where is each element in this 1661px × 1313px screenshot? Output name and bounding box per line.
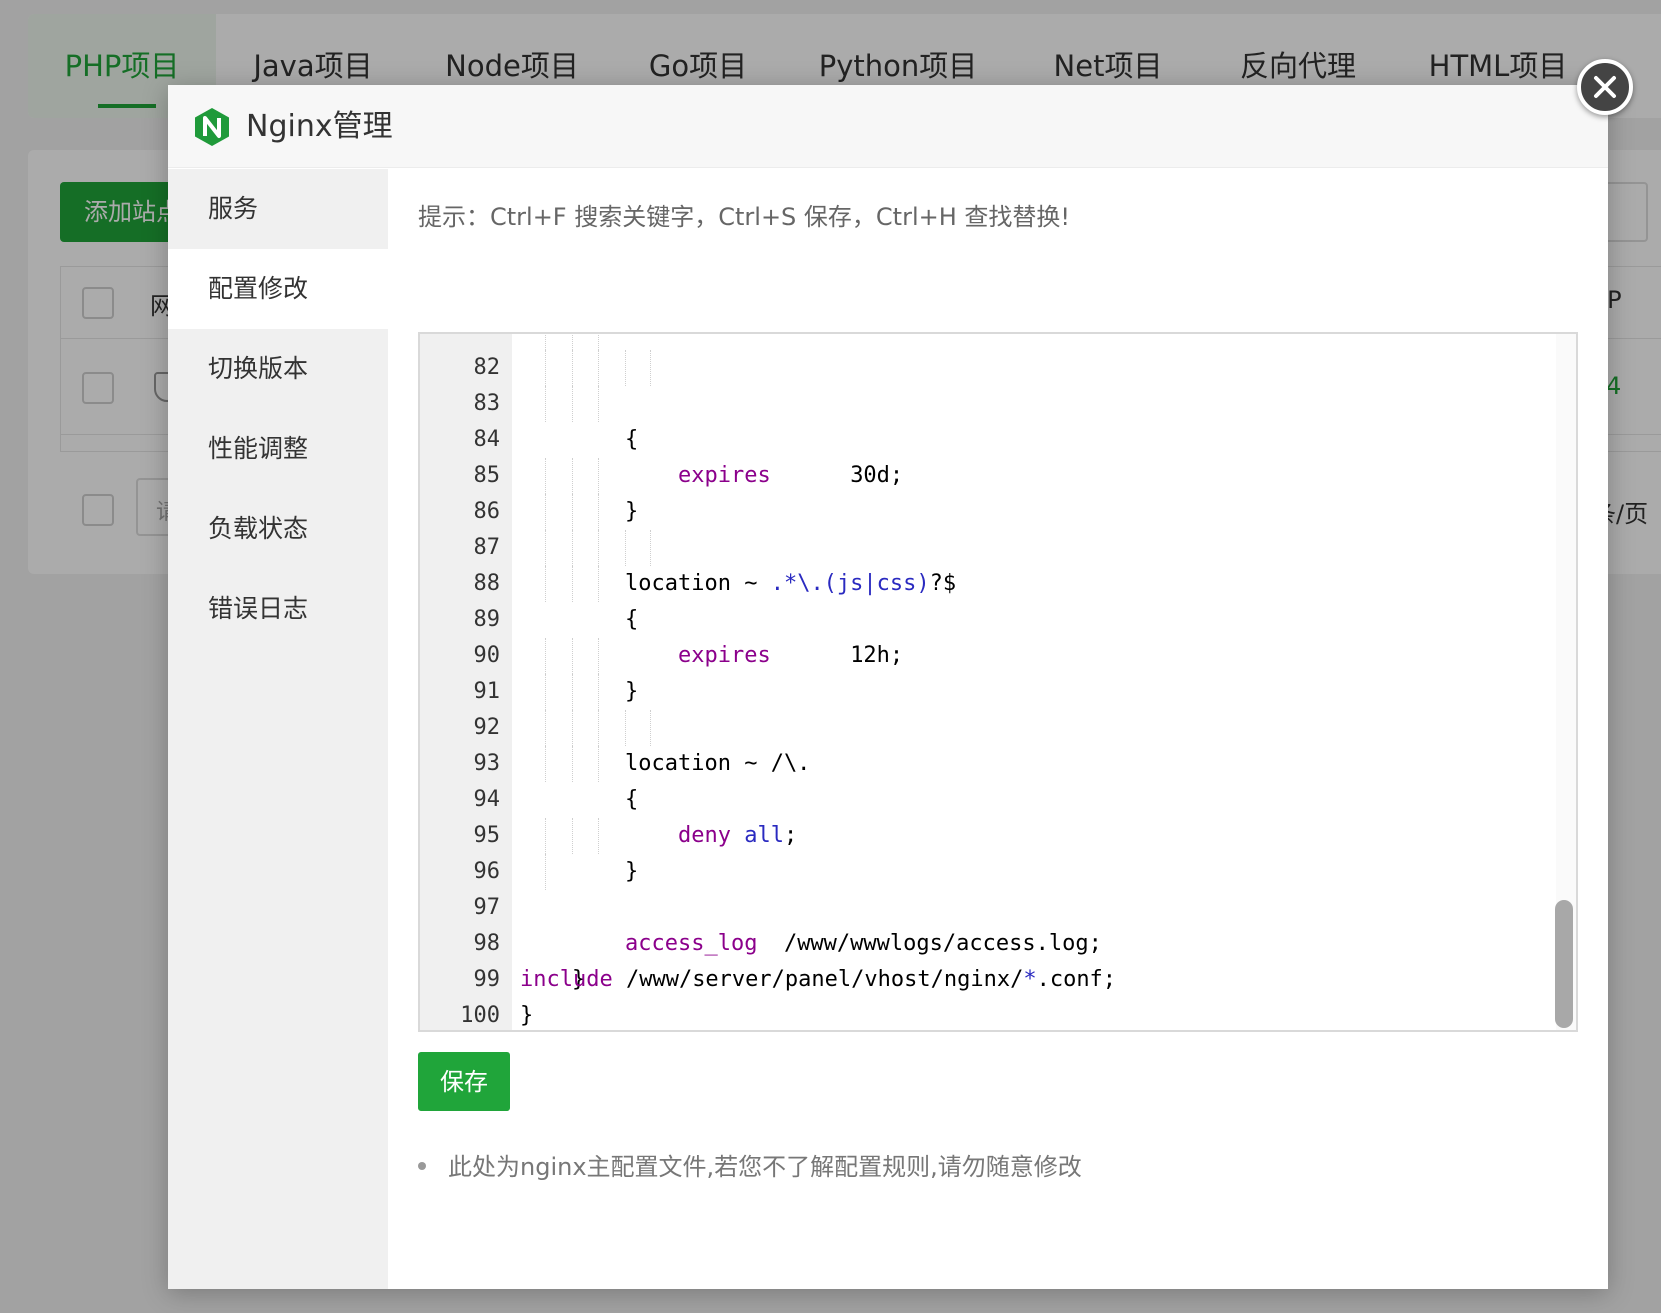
sidebar-item-performance[interactable]: 性能调整 xyxy=(168,409,388,489)
save-button[interactable]: 保存 xyxy=(418,1052,510,1111)
code-line: 91 location ~ /\. xyxy=(420,638,1576,776)
code-line: 101 xyxy=(420,998,1576,1030)
code-line: 84 } xyxy=(420,386,1576,524)
dialog-header: Nginx管理 xyxy=(168,85,1608,168)
code-line: 97 } xyxy=(420,854,1576,992)
config-warning-text: 此处为nginx主配置文件,若您不了解配置规则,请勿随意修改 xyxy=(448,1153,1082,1181)
nginx-manager-dialog: Nginx管理 服务 配置修改 切换版本 性能调整 负载状态 错误日志 提示：C… xyxy=(168,85,1608,1289)
close-icon xyxy=(1594,76,1616,98)
nginx-logo-icon xyxy=(195,108,229,146)
code-line: 98 include /www/server/panel/vhost/nginx… xyxy=(420,890,1576,992)
sidebar-item-switch-version[interactable]: 切换版本 xyxy=(168,329,388,409)
code-line: 93 deny all; xyxy=(420,710,1576,848)
sidebar-item-load-status[interactable]: 负载状态 xyxy=(168,489,388,569)
code-line: 95 xyxy=(420,782,1576,848)
code-line: 90 xyxy=(420,602,1576,668)
code-line: 100 xyxy=(420,962,1576,1028)
code-line: 88 expires 12h; xyxy=(420,530,1576,668)
code-line: 89 } xyxy=(420,566,1576,704)
config-code-editor[interactable]: 82 { 83 expires 30d; 84 } 85 86 location… xyxy=(418,332,1578,1032)
code-line: 83 expires 30d; xyxy=(420,350,1576,488)
code-line: 99 } xyxy=(420,926,1576,1028)
sidebar-item-error-log[interactable]: 错误日志 xyxy=(168,569,388,649)
code-line: 87 { xyxy=(420,494,1576,632)
dialog-title: Nginx管理 xyxy=(246,109,393,144)
code-line: 92 { xyxy=(420,674,1576,812)
editor-scrollbar-thumb[interactable] xyxy=(1555,900,1573,1028)
shortcut-hint: 提示：Ctrl+F 搜索关键字，Ctrl+S 保存，Ctrl+H 查找替换! xyxy=(418,203,1071,231)
config-warning-note: 此处为nginx主配置文件,若您不了解配置规则,请勿随意修改 xyxy=(418,1149,1082,1185)
sidebar-item-service[interactable]: 服务 xyxy=(168,169,388,249)
code-line: 94 } xyxy=(420,746,1576,884)
code-lines: 82 { 83 expires 30d; 84 } 85 86 location… xyxy=(420,334,1576,1030)
bullet-icon xyxy=(418,1162,426,1170)
code-line: 86 location ~ .*\.(js|css)?$ xyxy=(420,458,1576,596)
code-line: 96 access_log /www/wwwlogs/access.log; xyxy=(420,818,1576,956)
code-line: 82 { xyxy=(420,334,1576,452)
close-dialog-button[interactable] xyxy=(1577,59,1633,115)
code-line: 85 xyxy=(420,422,1576,488)
config-edit-panel: 提示：Ctrl+F 搜索关键字，Ctrl+S 保存，Ctrl+H 查找替换! 8… xyxy=(388,169,1608,1289)
sidebar-item-config-edit[interactable]: 配置修改 xyxy=(168,249,388,329)
dialog-sidebar: 服务 配置修改 切换版本 性能调整 负载状态 错误日志 xyxy=(168,169,388,1289)
